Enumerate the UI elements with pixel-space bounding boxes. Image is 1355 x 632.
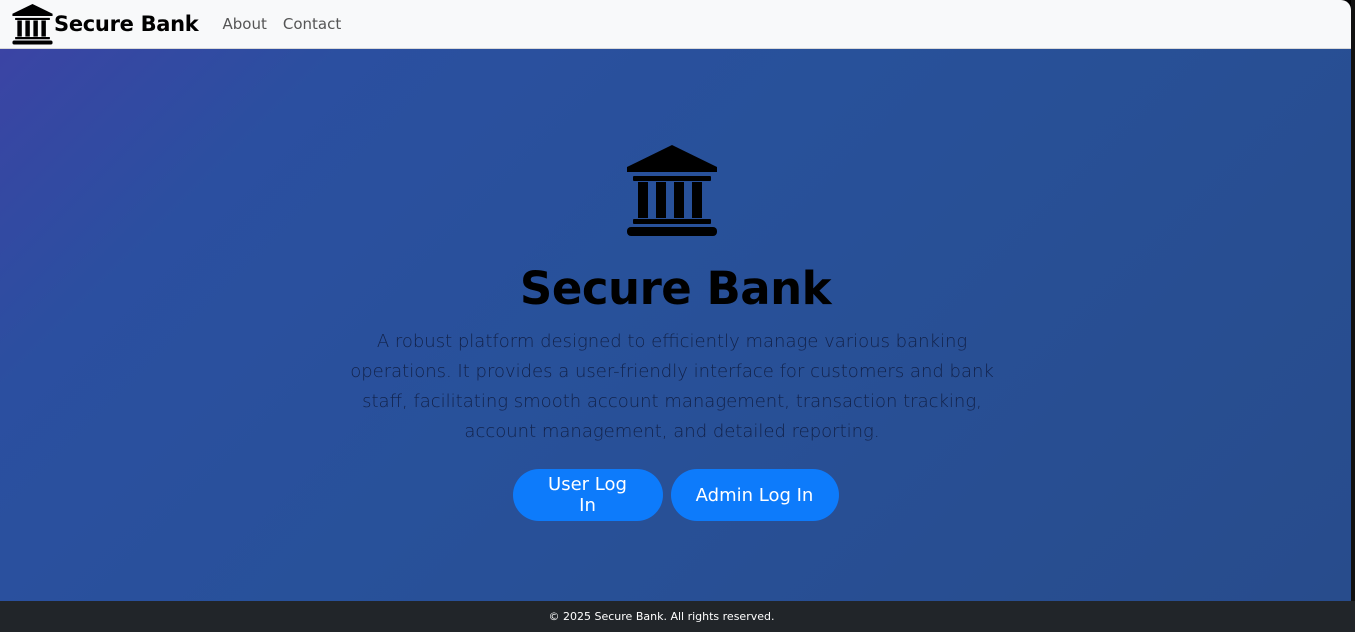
bank-icon — [12, 3, 53, 45]
navbar-brand[interactable]: Secure Bank — [12, 3, 199, 45]
hero-description: A robust platform designed to efficientl… — [350, 331, 994, 442]
page: Secure Bank About Contact Secure Bank A … — [0, 0, 1355, 632]
login-buttons: User Log In Admin Log In — [0, 469, 1351, 521]
footer: © 2025 Secure Bank. All rights reserved. — [0, 601, 1355, 632]
user-login-button[interactable]: User Log In — [512, 469, 663, 521]
admin-login-button[interactable]: Admin Log In — [670, 469, 839, 521]
nav-link-about[interactable]: About — [222, 15, 266, 33]
footer-copyright: © 2025 Secure Bank. All rights reserved. — [548, 610, 775, 623]
nav-links: About Contact — [222, 15, 357, 33]
navbar: Secure Bank About Contact — [0, 0, 1351, 49]
bank-icon — [627, 145, 717, 236]
brand-name: Secure Bank — [54, 12, 199, 36]
hero-section: Secure Bank A robust platform designed t… — [0, 49, 1351, 601]
window-edge — [1351, 0, 1355, 601]
hero-title: Secure Bank — [519, 262, 832, 315]
nav-link-contact[interactable]: Contact — [283, 15, 341, 33]
